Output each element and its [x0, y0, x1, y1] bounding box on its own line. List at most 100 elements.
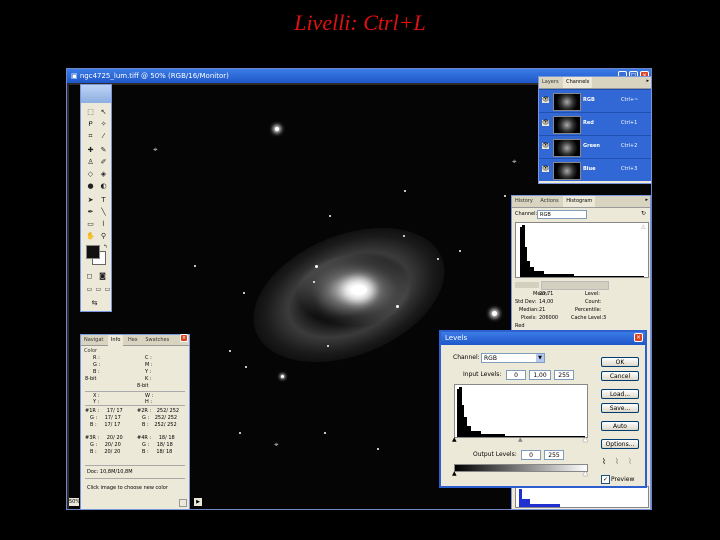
visibility-eye-icon[interactable]: 👁: [542, 120, 550, 126]
history-brush-icon[interactable]: ✐: [98, 157, 109, 167]
stat-label: Count:: [585, 299, 602, 305]
preview-label: Preview: [611, 476, 635, 483]
input-gamma-slider[interactable]: ▲: [518, 436, 523, 443]
hand-tool-icon[interactable]: ✋: [85, 231, 96, 241]
blur-tool-icon[interactable]: ●: [85, 181, 96, 191]
color-sampler-4-icon[interactable]: ⌖: [274, 440, 279, 450]
chevron-down-icon[interactable]: ▼: [536, 354, 544, 362]
sampler-g-label: G :: [90, 442, 98, 448]
tab-histogram[interactable]: Histogram: [563, 196, 596, 207]
brush-tool-icon[interactable]: ✎: [98, 145, 109, 155]
visibility-eye-icon[interactable]: 👁: [542, 143, 550, 149]
tab-channels[interactable]: Channels: [563, 77, 593, 88]
foreground-color-front[interactable]: [86, 245, 100, 259]
input-white-field[interactable]: 255: [554, 370, 574, 380]
visibility-eye-icon[interactable]: 👁: [542, 97, 550, 103]
slice-tool-icon[interactable]: ⁄: [98, 131, 109, 141]
panel-menu-icon[interactable]: ▸: [646, 78, 649, 84]
input-black-slider[interactable]: ▲: [452, 436, 457, 443]
output-white-slider[interactable]: ▲: [583, 470, 588, 477]
standard-mode-icon[interactable]: ◻: [84, 271, 95, 281]
zoom-level[interactable]: 50%: [69, 498, 80, 506]
eraser-tool-icon[interactable]: ◇: [85, 169, 96, 179]
healing-brush-icon[interactable]: ✚: [85, 145, 96, 155]
resize-grip-icon[interactable]: [179, 499, 187, 507]
pen-tool-icon[interactable]: ✒: [85, 207, 96, 217]
tab-hex[interactable]: Hex: [125, 335, 141, 346]
sampler-4-block: #4R : 18/ 18 G : 18/ 18 B : 18/ 18: [137, 435, 175, 456]
panel-menu-icon[interactable]: ▸: [645, 197, 648, 203]
histogram-bar: [481, 434, 505, 437]
info-bits: 8-bit: [137, 383, 149, 389]
input-white-slider[interactable]: ▲: [583, 436, 588, 443]
quickmask-mode-icon[interactable]: ◙: [97, 271, 108, 281]
color-sampler-1-icon[interactable]: ⌖: [153, 145, 158, 155]
input-gamma-field[interactable]: 1,00: [529, 370, 551, 380]
load-button[interactable]: Load...: [601, 389, 639, 399]
type-tool-icon[interactable]: T: [98, 195, 109, 205]
line-tool-icon[interactable]: ╲: [98, 207, 109, 217]
tab-info[interactable]: Info: [107, 335, 124, 346]
jump-to-imageready-icon[interactable]: ⇆: [89, 298, 100, 308]
levels-channel-label: Channel:: [453, 354, 480, 361]
auto-button[interactable]: Auto: [601, 421, 639, 431]
crop-tool-icon[interactable]: ⌗: [85, 131, 96, 141]
star: [404, 190, 406, 192]
options-button[interactable]: Options...: [601, 439, 639, 449]
divider: [85, 465, 185, 466]
channel-row-blue[interactable]: 👁 Blue Ctrl+3: [539, 158, 651, 181]
status-arrow-icon[interactable]: ▶: [194, 498, 202, 506]
output-black-field[interactable]: 0: [521, 450, 541, 460]
channel-row-green[interactable]: 👁 Green Ctrl+2: [539, 135, 651, 158]
info-y: Y :: [145, 369, 152, 375]
dodge-tool-icon[interactable]: ◐: [98, 181, 109, 191]
channel-thumbnail: [553, 139, 581, 157]
gray-eyedropper-icon[interactable]: ⌇: [615, 457, 619, 466]
histogram-channel-select[interactable]: RGB: [537, 210, 587, 219]
sampler-r-label: #1R :: [85, 408, 100, 414]
tab-layers[interactable]: Layers: [539, 77, 562, 88]
close-icon[interactable]: ×: [634, 333, 643, 342]
black-eyedropper-icon[interactable]: ⌇: [602, 457, 606, 466]
marquee-tool-icon[interactable]: ⬚: [85, 107, 96, 117]
visibility-eye-icon[interactable]: 👁: [542, 166, 550, 172]
zoom-tool-icon[interactable]: ⚲: [98, 231, 109, 241]
tab-navigator[interactable]: Navigat: [81, 335, 106, 346]
output-black-slider[interactable]: ▲: [452, 470, 457, 477]
histogram-bar: [534, 271, 544, 277]
notes-tool-icon[interactable]: ▭: [85, 219, 96, 229]
input-black-field[interactable]: 0: [506, 370, 526, 380]
document-title: ngc4725_lum.tiff @ 50% (RGB/16/Monitor): [79, 72, 229, 80]
ok-button[interactable]: OK: [601, 357, 639, 367]
info-panel-tabs: Navigat Info Hex Swatches Color ×: [81, 334, 189, 354]
move-tool-icon[interactable]: ↖: [98, 107, 109, 117]
white-eyedropper-icon[interactable]: ⌇: [628, 457, 632, 466]
tab-history[interactable]: History: [512, 196, 536, 207]
lasso-tool-icon[interactable]: ᑭ: [85, 119, 96, 129]
star: [504, 195, 506, 197]
swap-colors-icon[interactable]: ↰: [100, 242, 111, 252]
screen-mode-3-icon[interactable]: ▭: [102, 285, 113, 295]
levels-titlebar[interactable]: Levels ×: [441, 332, 645, 345]
tab-swatches[interactable]: Swatches: [142, 335, 172, 346]
levels-title: Levels: [445, 334, 468, 342]
toolbox-header[interactable]: [81, 85, 111, 103]
save-button[interactable]: Save...: [601, 403, 639, 413]
channel-row-red[interactable]: 👁 Red Ctrl+1: [539, 112, 651, 135]
close-icon[interactable]: ×: [180, 334, 188, 342]
color-sampler-2-icon[interactable]: ⌖: [512, 157, 517, 167]
path-selection-icon[interactable]: ➤: [85, 195, 96, 205]
channel-row-rgb[interactable]: 👁 RGB Ctrl+~: [539, 89, 651, 112]
output-white-field[interactable]: 255: [544, 450, 564, 460]
magic-wand-icon[interactable]: ✧: [98, 119, 109, 129]
cancel-button[interactable]: Cancel: [601, 371, 639, 381]
paint-bucket-icon[interactable]: ◈: [98, 169, 109, 179]
stat-label: Median:: [519, 307, 539, 313]
tab-actions[interactable]: Actions: [537, 196, 561, 207]
clone-stamp-icon[interactable]: ♙: [85, 157, 96, 167]
eyedropper-tool-icon[interactable]: ⌇: [98, 219, 109, 229]
star: [275, 127, 279, 131]
preview-checkbox[interactable]: ✓: [601, 475, 610, 484]
sampler-b-label: B :: [90, 422, 97, 428]
refresh-icon[interactable]: ↻: [641, 210, 646, 217]
